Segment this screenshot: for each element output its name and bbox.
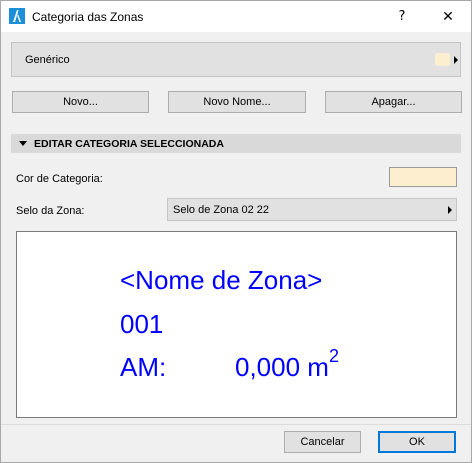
zone-stamp-label: Selo da Zona: — [16, 205, 85, 217]
chevron-down-icon — [19, 141, 27, 146]
chevron-right-icon — [454, 56, 458, 64]
zone-stamp-select[interactable]: Selo de Zona 02 22 — [167, 198, 457, 221]
preview-zone-name: <Nome de Zona> — [120, 265, 323, 295]
zone-stamp-value: Selo de Zona 02 22 — [173, 204, 270, 216]
preview-area-value: 0,000 m2 — [235, 346, 339, 383]
category-color-swatch[interactable] — [389, 167, 457, 187]
preview-area-label: AM: — [120, 352, 167, 382]
category-color-chip — [435, 53, 450, 66]
zone-stamp-preview: <Nome de Zona> 001 AM: 0,000 m2 — [16, 231, 457, 418]
new-name-button[interactable]: Novo Nome... — [168, 91, 306, 113]
ok-button[interactable]: OK — [378, 431, 456, 453]
title-bar: Categoria das Zonas ? ✕ — [1, 1, 471, 32]
cancel-button[interactable]: Cancelar — [284, 431, 361, 453]
window-title: Categoria das Zonas — [32, 10, 144, 24]
edit-category-section-header[interactable]: EDITAR CATEGORIA SELECCIONADA — [11, 134, 461, 153]
help-icon: ? — [398, 9, 406, 24]
category-dropdown[interactable]: Genérico — [11, 42, 461, 77]
chevron-right-icon — [448, 206, 452, 214]
close-icon: ✕ — [442, 8, 454, 24]
close-button[interactable]: ✕ — [425, 1, 471, 32]
preview-area-number: 0,000 m — [235, 352, 329, 382]
preview-zone-number: 001 — [120, 309, 164, 339]
category-dropdown-value: Genérico — [25, 54, 70, 66]
new-button[interactable]: Novo... — [12, 91, 149, 113]
delete-button[interactable]: Apagar... — [325, 91, 462, 113]
section-title: EDITAR CATEGORIA SELECCIONADA — [34, 138, 224, 150]
footer-divider — [1, 424, 471, 425]
preview-area-exponent: 2 — [328, 346, 339, 366]
archicad-app-icon — [9, 8, 25, 24]
help-button[interactable]: ? — [379, 1, 425, 32]
category-color-label: Cor de Categoria: — [16, 173, 103, 185]
dialog-window: Categoria das Zonas ? ✕ Genérico Novo...… — [0, 0, 472, 463]
